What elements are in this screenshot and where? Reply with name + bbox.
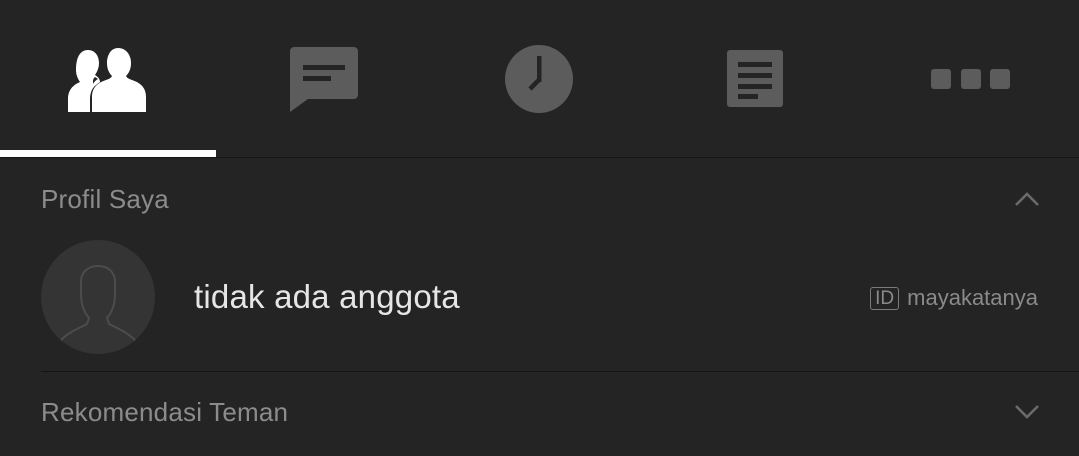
tab-history[interactable] [432,0,648,158]
profile-id: ID mayakatanya [870,285,1038,311]
tab-divider [0,157,1079,158]
tab-bar [0,0,1079,158]
profile-id-value: mayakatanya [907,285,1038,310]
profile-row[interactable]: tidak ada anggota ID mayakatanya [0,238,1079,356]
app-root: Profil Saya tidak ada anggota ID mayakat… [0,0,1079,456]
section-header-friend-recommendations[interactable]: Rekomendasi Teman [0,389,1079,435]
tab-timeline[interactable] [647,0,863,158]
chevron-down-icon [1015,405,1039,419]
section-title-friend-recommendations: Rekomendasi Teman [41,396,289,427]
friends-icon [67,48,146,112]
row-divider [41,371,1079,372]
clock-icon [505,45,574,113]
timeline-icon [727,50,784,107]
chevron-up-icon [1015,192,1039,206]
id-badge: ID [870,286,900,310]
default-avatar-icon [60,264,136,344]
more-icon [931,69,1011,89]
avatar [41,240,155,354]
profile-name: tidak ada anggota [194,278,460,315]
chat-icon [289,47,358,112]
tab-chat[interactable] [216,0,432,158]
tab-friends[interactable] [0,0,216,158]
section-title-my-profile: Profil Saya [41,183,169,214]
section-header-my-profile[interactable]: Profil Saya [0,176,1079,222]
tab-more[interactable] [863,0,1079,158]
